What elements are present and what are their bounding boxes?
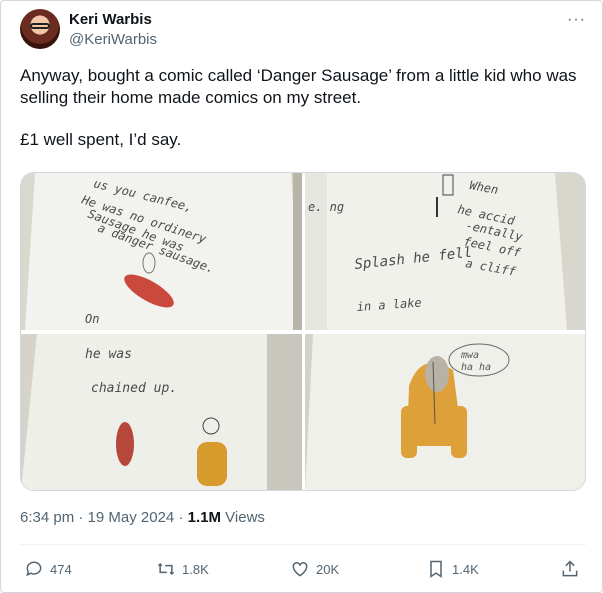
tweet-text-line: £1 well spent, I’d say. (20, 130, 182, 149)
tweet-header: Keri Warbis @KeriWarbis ··· (20, 9, 586, 53)
bubble-line: ha ha (461, 362, 491, 373)
heart-icon (292, 561, 308, 577)
divider (20, 544, 586, 545)
avatar[interactable] (20, 9, 60, 49)
comic-photo-2[interactable]: e. ng When he accid -entally feel off a … (305, 173, 585, 330)
bookmark-button[interactable]: 1.4K (426, 557, 479, 581)
author-handle[interactable]: @KeriWarbis (69, 31, 157, 48)
more-options-icon[interactable]: ··· (567, 11, 586, 29)
tweet-date[interactable]: 19 May 2024 (88, 509, 175, 526)
action-bar: 474 1.8K 20K 1.4K (20, 557, 586, 581)
tweet-text: Anyway, bought a comic called ‘Danger Sa… (20, 65, 585, 151)
repost-icon (157, 562, 175, 576)
bookmark-count: 1.4K (452, 561, 479, 577)
like-button[interactable]: 20K (290, 557, 339, 581)
meta-sep: · (78, 509, 84, 526)
author-name[interactable]: Keri Warbis (69, 11, 152, 28)
reply-count: 474 (50, 561, 72, 577)
tweet-text-line: Anyway, bought a comic called ‘Danger Sa… (20, 66, 577, 107)
comic-photo-1[interactable]: us you canfee, He was no ordinery Sausag… (21, 173, 302, 330)
repost-button[interactable]: 1.8K (156, 557, 209, 581)
reply-button[interactable]: 474 (24, 557, 72, 581)
comic-photo-4[interactable]: mwa ha ha (305, 334, 585, 490)
panel3-line: he was (85, 347, 132, 362)
bookmark-icon (430, 560, 442, 578)
panel3-line: chained up. (91, 381, 177, 396)
tweet-meta: 6:34 pm · 19 May 2024 · 1.1M Views (20, 509, 265, 526)
meta-sep: · (178, 509, 184, 526)
reply-icon (26, 561, 42, 577)
share-button[interactable] (560, 557, 586, 581)
tweet-card: Keri Warbis @KeriWarbis ··· Anyway, boug… (0, 0, 603, 593)
panel1-extra: On (85, 312, 99, 326)
views-count: 1.1M (187, 509, 221, 526)
repost-count: 1.8K (182, 561, 209, 577)
views-label: Views (225, 509, 265, 526)
share-icon (562, 560, 578, 577)
bubble-line: mwa (460, 350, 479, 361)
like-count: 20K (316, 561, 340, 577)
comic-photo-3[interactable]: he was chained up. (21, 334, 302, 490)
tweet-time[interactable]: 6:34 pm (20, 509, 74, 526)
media-grid: us you canfee, He was no ordinery Sausag… (20, 172, 586, 491)
panel2-margin: e. ng (308, 200, 344, 214)
